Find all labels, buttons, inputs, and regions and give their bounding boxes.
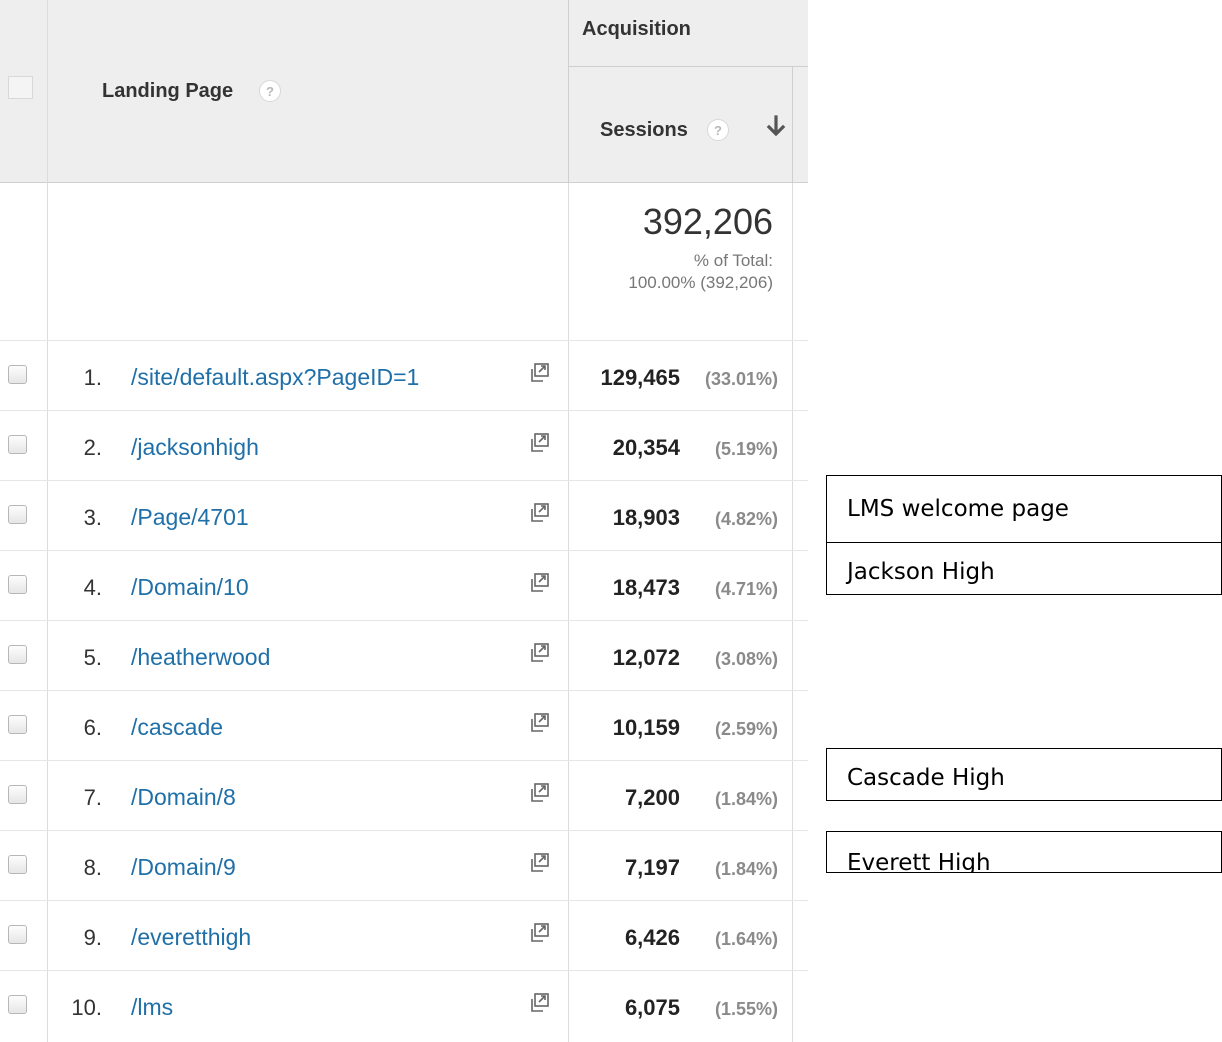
sessions-total-percent: % of Total: 100.00% (392,206)	[570, 250, 773, 294]
header-divider	[568, 66, 808, 67]
landing-page-column-header[interactable]: Landing Page	[102, 80, 233, 103]
row-divider	[0, 690, 808, 691]
row-divider	[0, 970, 808, 971]
sort-descending-icon[interactable]	[764, 114, 788, 140]
open-in-new-window-icon[interactable]	[528, 362, 550, 384]
row-checkbox[interactable]	[8, 995, 27, 1014]
row-divider	[0, 480, 808, 481]
sessions-percent: (5.19%)	[714, 439, 778, 459]
column-divider	[792, 183, 793, 1042]
row-rank: 9.	[83, 925, 102, 950]
sessions-value: 18,903	[612, 505, 680, 530]
landing-page-link[interactable]: /site/default.aspx?PageID=1	[131, 364, 419, 391]
open-in-new-window-icon[interactable]	[528, 642, 550, 664]
row-checkbox[interactable]	[8, 505, 27, 524]
sessions-percent: (1.64%)	[714, 929, 778, 949]
landing-page-link[interactable]: /Page/4701	[131, 504, 249, 531]
open-in-new-window-icon[interactable]	[528, 992, 550, 1014]
sessions-value: 7,200	[624, 785, 680, 810]
sessions-column-header[interactable]: Sessions	[600, 119, 688, 142]
header-dimension-cell	[0, 0, 568, 183]
row-divider	[0, 620, 808, 621]
column-divider	[568, 183, 569, 1042]
row-checkbox[interactable]	[8, 855, 27, 874]
row-rank: 4.	[83, 575, 102, 600]
open-in-new-window-icon[interactable]	[528, 432, 550, 454]
open-in-new-window-icon[interactable]	[528, 572, 550, 594]
row-rank: 1.	[83, 365, 102, 390]
landing-page-link[interactable]: /lms	[131, 994, 173, 1021]
row-divider	[0, 410, 808, 411]
row-checkbox[interactable]	[8, 575, 27, 594]
column-divider	[47, 0, 48, 1042]
row-rank: 10.	[71, 995, 102, 1020]
row-checkbox[interactable]	[8, 645, 27, 664]
help-icon[interactable]: ?	[707, 119, 729, 141]
row-divider	[0, 340, 808, 341]
sessions-total: 392,206	[642, 201, 773, 242]
row-checkbox[interactable]	[8, 365, 27, 384]
row-checkbox[interactable]	[8, 715, 27, 734]
sessions-percent: (3.08%)	[714, 649, 778, 669]
open-in-new-window-icon[interactable]	[528, 782, 550, 804]
row-rank: 7.	[83, 785, 102, 810]
sessions-percent: (33.01%)	[704, 369, 778, 389]
percent-of-total-label: % of Total:	[693, 251, 773, 270]
annotation-box: LMS welcome page	[826, 475, 1222, 543]
row-divider	[0, 550, 808, 551]
annotation-box: Jackson High	[826, 542, 1222, 595]
open-in-new-window-icon[interactable]	[528, 852, 550, 874]
sessions-value: 20,354	[612, 435, 680, 460]
row-rank: 3.	[83, 505, 102, 530]
sessions-value: 10,159	[612, 715, 680, 740]
landing-page-link[interactable]: /jacksonhigh	[131, 434, 259, 461]
sessions-percent: (1.84%)	[714, 859, 778, 879]
row-checkbox[interactable]	[8, 435, 27, 454]
percent-of-total-value: 100.00% (392,206)	[628, 273, 773, 292]
row-rank: 5.	[83, 645, 102, 670]
sessions-value: 18,473	[612, 575, 680, 600]
header-divider	[792, 66, 793, 183]
landing-page-link[interactable]: /everetthigh	[131, 924, 251, 951]
row-checkbox[interactable]	[8, 925, 27, 944]
open-in-new-window-icon[interactable]	[528, 922, 550, 944]
row-rank: 2.	[83, 435, 102, 460]
landing-page-link[interactable]: /heatherwood	[131, 644, 270, 671]
sessions-value: 12,072	[612, 645, 680, 670]
acquisition-group-label: Acquisition	[582, 18, 691, 40]
sessions-value: 129,465	[600, 365, 680, 390]
row-rank: 6.	[83, 715, 102, 740]
sessions-value: 6,426	[624, 925, 680, 950]
annotation-box: Cascade High	[826, 748, 1222, 801]
open-in-new-window-icon[interactable]	[528, 502, 550, 524]
row-checkbox[interactable]	[8, 785, 27, 804]
select-all-checkbox[interactable]	[8, 76, 33, 99]
landing-page-link[interactable]: /Domain/9	[131, 854, 236, 881]
row-rank: 8.	[83, 855, 102, 880]
annotation-box: Everett High	[826, 831, 1222, 873]
landing-page-link[interactable]: /Domain/8	[131, 784, 236, 811]
row-divider	[0, 900, 808, 901]
sessions-percent: (2.59%)	[714, 719, 778, 739]
sessions-value: 7,197	[624, 855, 680, 880]
sessions-percent: (1.55%)	[714, 999, 778, 1019]
sessions-percent: (4.71%)	[714, 579, 778, 599]
help-icon[interactable]: ?	[259, 80, 281, 102]
sessions-percent: (4.82%)	[714, 509, 778, 529]
row-divider	[0, 760, 808, 761]
open-in-new-window-icon[interactable]	[528, 712, 550, 734]
sessions-value: 6,075	[624, 995, 680, 1020]
sessions-percent: (1.84%)	[714, 789, 778, 809]
landing-page-link[interactable]: /cascade	[131, 714, 223, 741]
landing-page-link[interactable]: /Domain/10	[131, 574, 249, 601]
row-divider	[0, 830, 808, 831]
